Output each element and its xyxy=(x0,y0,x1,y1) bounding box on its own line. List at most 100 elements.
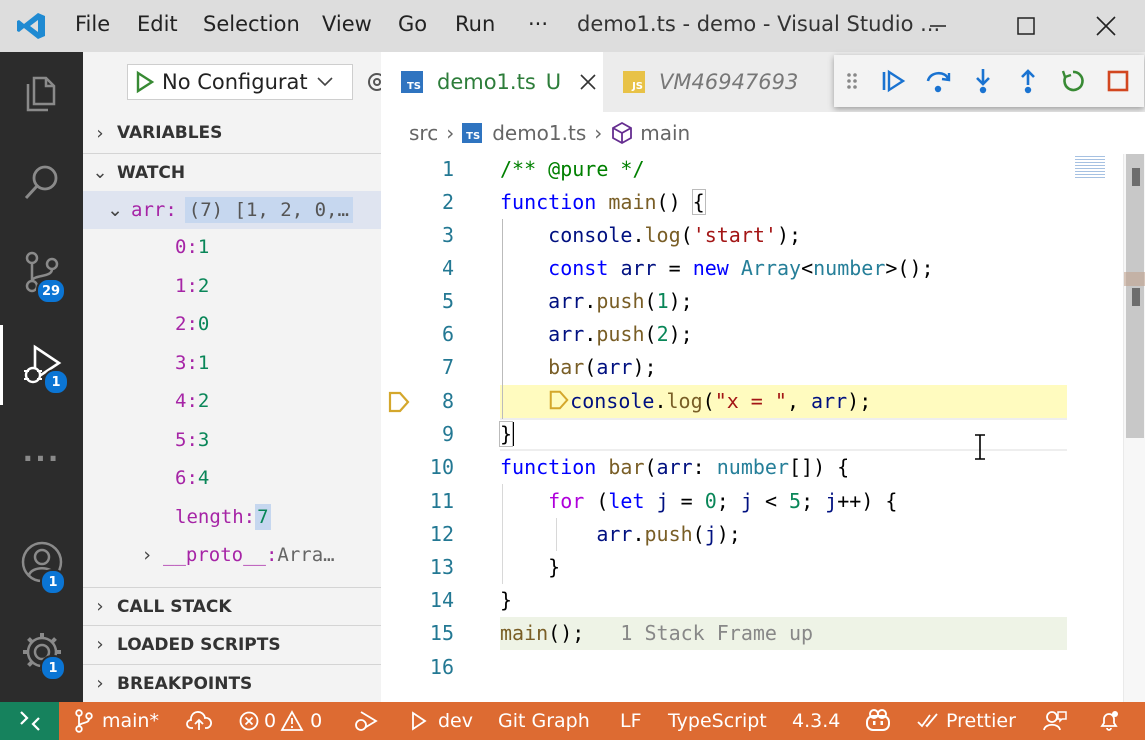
typescript-file-icon: TS xyxy=(401,71,423,93)
watch-key: 0 xyxy=(175,236,187,258)
tab-vm46947693[interactable]: JS VM46947693 xyxy=(603,52,833,112)
breakpoints-section-header[interactable]: › BREAKPOINTS xyxy=(83,664,381,702)
tab-demo1-ts[interactable]: TS demo1.ts U xyxy=(381,52,603,112)
chevron-right-icon: › xyxy=(143,544,151,566)
continue-button[interactable] xyxy=(870,55,915,107)
step-into-button[interactable] xyxy=(960,55,1005,107)
watch-child-6[interactable]: 6: 4 xyxy=(83,459,381,497)
step-out-button[interactable] xyxy=(1005,55,1050,107)
line-number: 5 xyxy=(441,288,454,313)
watch-child-3[interactable]: 3: 1 xyxy=(83,344,381,382)
watch-key: length xyxy=(175,506,244,528)
code-line: 13 } xyxy=(381,550,1067,583)
watch-key: 4 xyxy=(175,390,187,412)
minimap[interactable] xyxy=(1067,154,1121,702)
more-views-button[interactable]: ··· xyxy=(0,418,83,498)
menu-view[interactable]: View xyxy=(322,12,372,36)
remote-indicator[interactable] xyxy=(0,702,59,740)
variables-section-header[interactable]: › VARIABLES xyxy=(83,114,381,152)
text-cursor-icon xyxy=(975,434,985,460)
watch-section-header[interactable]: ⌄ WATCH xyxy=(83,153,381,191)
breadcrumb: src › TS demo1.ts › main xyxy=(381,112,1145,154)
breadcrumb-symbol[interactable]: main xyxy=(640,121,690,145)
language-mode-indicator[interactable]: TypeScript xyxy=(668,702,767,740)
watch-expression-arr[interactable]: ⌄ arr: (7) [1, 2, 0,… xyxy=(83,191,381,229)
watch-value: 3 xyxy=(197,429,210,451)
debug-settings-button[interactable] xyxy=(363,68,381,96)
breadcrumb-folder[interactable]: src xyxy=(409,121,438,145)
run-debug-button[interactable]: 1 xyxy=(0,325,83,405)
line-number: 8 xyxy=(441,388,454,413)
debug-badge: 1 xyxy=(43,369,69,395)
code-line: 1 /** @pure */ xyxy=(381,154,1067,185)
menu-file[interactable]: File xyxy=(75,12,110,36)
close-window-button[interactable] xyxy=(1076,8,1136,44)
watch-child-4[interactable]: 4: 2 xyxy=(83,382,381,420)
debug-status-button[interactable] xyxy=(352,702,380,740)
watch-child-1[interactable]: 1: 2 xyxy=(83,267,381,305)
branch-icon xyxy=(75,709,93,733)
code-line-current: 8 console.log("x = ", arr); xyxy=(381,384,1067,417)
warning-icon xyxy=(280,710,304,731)
loaded-scripts-section-header[interactable]: › LOADED SCRIPTS xyxy=(83,625,381,663)
feedback-button[interactable] xyxy=(1042,702,1068,740)
manage-button[interactable]: 1 xyxy=(0,612,83,692)
explorer-button[interactable] xyxy=(0,54,83,134)
chevron-right-icon: › xyxy=(96,673,104,694)
gear-icon xyxy=(368,73,381,91)
code-editor[interactable]: 1 /** @pure */ 2 function main() { 3 con… xyxy=(381,154,1145,702)
notifications-button[interactable] xyxy=(1097,702,1121,740)
line-number: 4 xyxy=(441,255,454,280)
source-control-button[interactable]: 29 xyxy=(0,232,83,312)
code-line: 4 const arr = new Array<number>(); xyxy=(381,251,1067,284)
search-button[interactable] xyxy=(0,142,83,222)
copilot-button[interactable] xyxy=(864,702,892,740)
watch-child-2[interactable]: 2: 0 xyxy=(83,305,381,343)
problems-indicator[interactable]: 0 0 xyxy=(238,702,322,740)
breadcrumb-file[interactable]: demo1.ts xyxy=(492,121,586,145)
watch-child-5[interactable]: 5: 3 xyxy=(83,421,381,459)
git-graph-button[interactable]: Git Graph xyxy=(498,702,590,740)
debug-target-button[interactable]: dev xyxy=(410,702,473,740)
watch-expr-name: arr xyxy=(131,199,166,221)
drag-handle[interactable] xyxy=(834,55,870,107)
menu-go[interactable]: Go xyxy=(398,12,427,36)
sync-button[interactable] xyxy=(186,702,212,740)
chevron-right-icon: › xyxy=(96,122,104,144)
watch-value: 2 xyxy=(197,275,210,297)
menu-selection[interactable]: Selection xyxy=(203,12,300,36)
code-line: 9 } xyxy=(381,417,1067,450)
eol-indicator[interactable]: LF xyxy=(620,702,642,740)
gripper-icon xyxy=(847,73,857,89)
restart-button[interactable] xyxy=(1050,55,1095,107)
watch-child-0[interactable]: 0: 1 xyxy=(83,228,381,266)
branch-indicator[interactable]: main* xyxy=(74,702,159,740)
accounts-button[interactable]: 1 xyxy=(0,522,83,602)
copilot-icon xyxy=(866,709,890,731)
watch-child-length[interactable]: length: 7 xyxy=(83,498,381,536)
call-stack-section-header[interactable]: › CALL STACK xyxy=(83,587,381,625)
line-number: 1 xyxy=(441,156,454,181)
code-line: 15 main(); 1 Stack Frame up xyxy=(381,616,1067,649)
code-line: 3 console.log('start'); xyxy=(381,218,1067,251)
cloud-upload-icon xyxy=(186,711,212,730)
menu-more[interactable]: ··· xyxy=(528,12,548,36)
warning-count: 0 xyxy=(310,710,323,732)
ts-version-indicator[interactable]: 4.3.4 xyxy=(792,702,840,740)
prettier-button[interactable]: Prettier xyxy=(916,702,1016,740)
watch-key: 2 xyxy=(175,313,187,335)
bell-icon xyxy=(1100,711,1118,731)
vertical-scrollbar[interactable] xyxy=(1123,154,1145,702)
stop-button[interactable] xyxy=(1095,55,1140,107)
tab-close-button[interactable] xyxy=(579,73,597,91)
minimize-button[interactable] xyxy=(908,8,968,44)
launch-config-select[interactable]: No Configurat xyxy=(127,64,353,100)
step-over-button[interactable] xyxy=(915,55,960,107)
menu-edit[interactable]: Edit xyxy=(137,12,178,36)
watch-child-proto[interactable]: › __proto__: Arra… xyxy=(83,536,381,574)
accounts-badge: 1 xyxy=(40,569,66,595)
watch-value: 2 xyxy=(197,390,210,412)
menu-run[interactable]: Run xyxy=(455,12,495,36)
line-number: 13 xyxy=(429,554,454,579)
maximize-button[interactable] xyxy=(996,8,1056,44)
